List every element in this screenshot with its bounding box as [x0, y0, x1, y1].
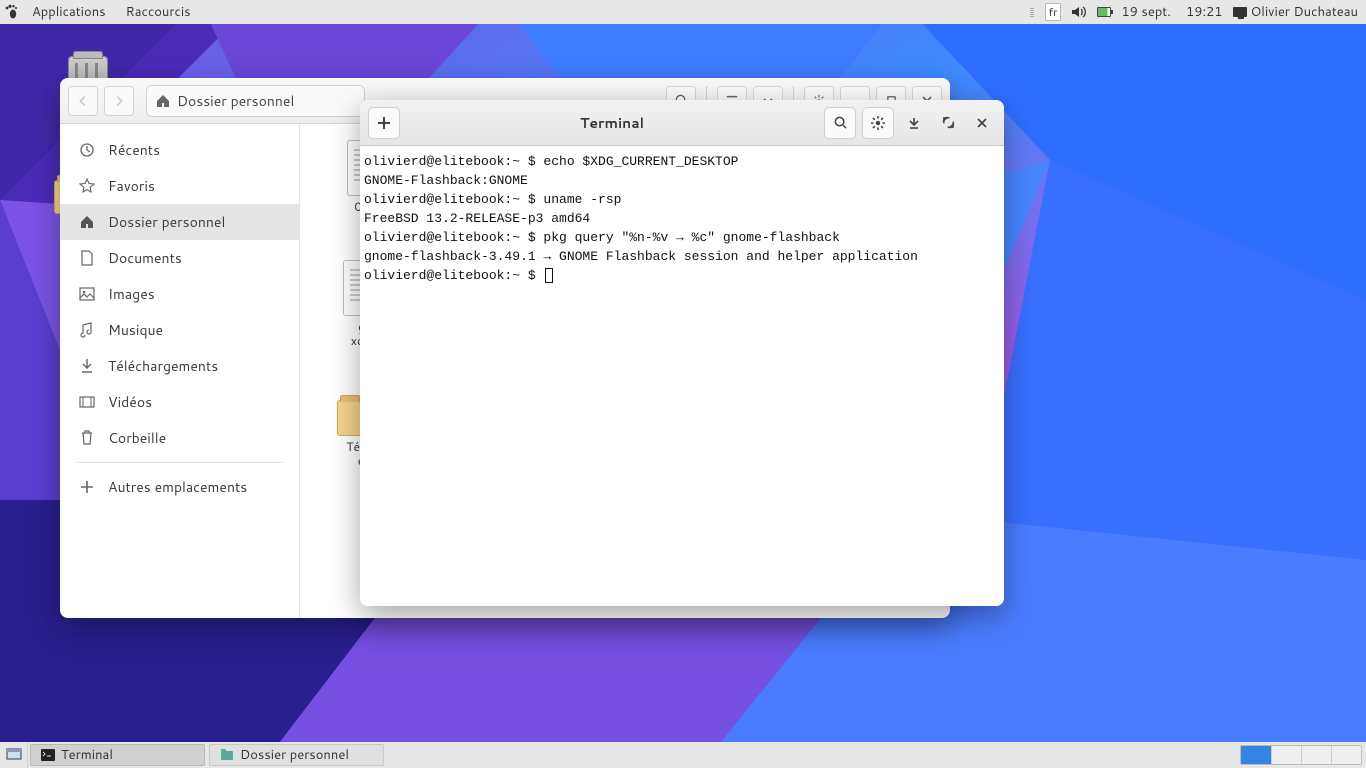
sidebar-label: Corbeille: [108, 428, 166, 448]
search-icon: [833, 115, 848, 130]
sidebar-item-music[interactable]: Musique: [60, 312, 299, 348]
terminal-search-button[interactable]: [824, 107, 856, 139]
path-bar[interactable]: Dossier personnel: [146, 85, 365, 117]
sidebar-item-videos[interactable]: Vidéos: [60, 384, 299, 420]
nav-back-button[interactable]: [68, 86, 98, 116]
sidebar-label: Dossier personnel: [108, 212, 225, 232]
music-icon: [78, 322, 96, 338]
plus-icon: [78, 480, 96, 494]
home-icon: [155, 93, 171, 109]
show-desktop-button[interactable]: [0, 742, 28, 768]
maximize-icon: [942, 116, 955, 129]
workspace-1[interactable]: [1241, 746, 1271, 764]
plus-icon: [377, 116, 391, 130]
sidebar-item-downloads[interactable]: Téléchargements: [60, 348, 299, 384]
desktop-icon: [6, 748, 22, 762]
workspace-switcher[interactable]: [1240, 745, 1362, 765]
clock[interactable]: 19 sept. 19:21: [1121, 3, 1222, 21]
user-menu[interactable]: Olivier Duchateau: [1233, 3, 1358, 21]
keyboard-layout-indicator[interactable]: fr: [1045, 3, 1062, 21]
sidebar-item-other-locations[interactable]: Autres emplacements: [60, 469, 299, 505]
workspace-3[interactable]: [1301, 746, 1331, 764]
close-icon: [976, 117, 988, 129]
sidebar-label: Récents: [108, 140, 160, 160]
terminal-minimize-button[interactable]: [900, 107, 928, 139]
gnome-foot-icon[interactable]: [0, 0, 22, 24]
trash-icon: [78, 430, 96, 446]
sidebar-item-recents[interactable]: Récents: [60, 132, 299, 168]
panel-handle[interactable]: [1029, 4, 1035, 20]
sidebar-label: Musique: [108, 320, 163, 340]
arrow-left-icon: [76, 94, 90, 108]
minimize-icon: [907, 116, 921, 130]
sidebar-item-trash[interactable]: Corbeille: [60, 420, 299, 456]
top-panel: Applications Raccourcis fr 19 sept. 19:2…: [0, 0, 1366, 24]
terminal-close-button[interactable]: [968, 107, 996, 139]
sidebar-label: Favoris: [108, 176, 155, 196]
sidebar-label: Documents: [108, 248, 182, 268]
sidebar-label: Vidéos: [108, 392, 152, 412]
video-icon: [78, 396, 96, 408]
sidebar-item-home[interactable]: Dossier personnel: [60, 204, 299, 240]
terminal-output[interactable]: olivierd@elitebook:~ $ echo $XDG_CURRENT…: [360, 146, 1004, 606]
sidebar-item-images[interactable]: Images: [60, 276, 299, 312]
terminal-window: Terminal olivierd@elitebook:~ $ echo $XD…: [360, 100, 1004, 606]
applications-menu[interactable]: Applications: [22, 0, 116, 24]
terminal-maximize-button[interactable]: [934, 107, 962, 139]
sidebar-label: Téléchargements: [108, 356, 218, 376]
battery-indicator[interactable]: [1097, 7, 1111, 17]
time-label: 19:21: [1186, 3, 1223, 21]
gear-icon: [870, 115, 886, 131]
separator: [76, 462, 283, 463]
document-icon: [78, 250, 96, 266]
terminal-menu-button[interactable]: [862, 107, 894, 139]
username-label: Olivier Duchateau: [1251, 3, 1358, 21]
taskbar-item-terminal[interactable]: Terminal: [30, 744, 205, 766]
download-icon: [78, 358, 96, 374]
nav-forward-button[interactable]: [104, 86, 134, 116]
terminal-title: Terminal: [406, 113, 818, 133]
date-label: 19 sept.: [1121, 3, 1171, 21]
taskbar-label: Terminal: [61, 746, 113, 764]
file-manager-sidebar: Récents Favoris Dossier personnel Docume…: [60, 124, 300, 618]
home-icon: [78, 214, 96, 230]
files-icon: [220, 748, 234, 762]
workspace-2[interactable]: [1271, 746, 1301, 764]
terminal-headerbar: Terminal: [360, 100, 1004, 146]
volume-indicator[interactable]: [1071, 5, 1087, 19]
new-tab-button[interactable]: [368, 107, 400, 139]
sidebar-label: Images: [108, 284, 155, 304]
taskbar-label: Dossier personnel: [240, 746, 349, 764]
taskbar-item-files[interactable]: Dossier personnel: [209, 744, 384, 766]
workspace-4[interactable]: [1331, 746, 1361, 764]
clock-icon: [78, 142, 96, 158]
images-icon: [78, 287, 96, 301]
sidebar-label: Autres emplacements: [108, 477, 247, 497]
terminal-icon: [41, 748, 55, 762]
terminal-cursor: [545, 268, 553, 283]
path-label: Dossier personnel: [177, 91, 294, 111]
monitor-icon: [1233, 7, 1247, 17]
battery-icon: [1097, 7, 1111, 17]
bottom-panel: Terminal Dossier personnel: [0, 742, 1366, 768]
arrow-right-icon: [112, 94, 126, 108]
star-icon: [78, 178, 96, 194]
shortcuts-menu[interactable]: Raccourcis: [116, 0, 201, 24]
sidebar-item-documents[interactable]: Documents: [60, 240, 299, 276]
sidebar-item-favorites[interactable]: Favoris: [60, 168, 299, 204]
